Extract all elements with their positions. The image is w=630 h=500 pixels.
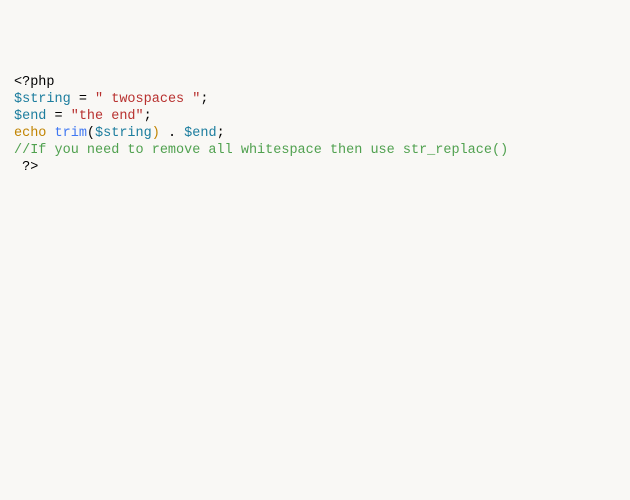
variable-string: $string (14, 92, 71, 107)
code-line-2: $string = " twospaces "; (14, 91, 616, 108)
variable-end: $end (14, 109, 46, 124)
echo-keyword: echo (14, 126, 46, 141)
comment: //If you need to remove all whitespace t… (14, 143, 508, 158)
code-line-3: $end = "the end"; (14, 108, 616, 125)
assign-operator: = (71, 92, 95, 107)
assign-operator: = (46, 109, 70, 124)
open-paren: ( (87, 126, 95, 141)
variable-end-ref: $end (184, 126, 216, 141)
code-line-1: <?php (14, 74, 616, 91)
code-line-4: echo trim($string) . $end; (14, 125, 616, 142)
semicolon: ; (200, 92, 208, 107)
concat-operator: . (160, 126, 184, 141)
php-open-tag: <?php (14, 75, 55, 90)
variable-string-arg: $string (95, 126, 152, 141)
code-line-5: //If you need to remove all whitespace t… (14, 142, 616, 159)
close-paren: ) (152, 126, 160, 141)
string-literal: " twospaces " (95, 92, 200, 107)
php-close-tag: ?> (22, 160, 38, 175)
code-line-6: ?> (14, 159, 616, 176)
semicolon: ; (144, 109, 152, 124)
string-literal: "the end" (71, 109, 144, 124)
space (46, 126, 54, 141)
leading-space (14, 160, 22, 175)
semicolon: ; (217, 126, 225, 141)
trim-function: trim (55, 126, 87, 141)
